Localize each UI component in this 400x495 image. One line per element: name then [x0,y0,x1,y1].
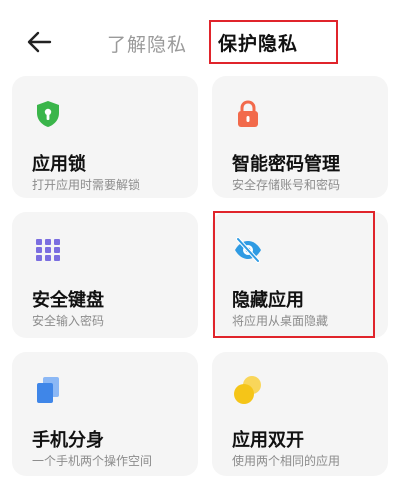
card-subtitle: 安全输入密码 [32,314,105,328]
tab-learn-privacy[interactable]: 了解隐私 [107,30,187,57]
card-title: 应用双开 [232,430,304,451]
card-subtitle: 使用两个相同的应用 [232,454,341,468]
card-title: 智能密码管理 [232,154,340,175]
card-subtitle: 安全存储账号和密码 [232,178,341,192]
card-subtitle: 将应用从桌面隐藏 [232,314,329,328]
eye-off-icon [235,237,261,263]
padlock-icon [238,100,258,127]
card-title: 隐藏应用 [232,290,304,311]
card-subtitle: 一个手机两个操作空间 [32,454,153,468]
top-bar: 了解隐私 保护隐私 [0,0,400,80]
card-dual-apps[interactable]: 应用双开 使用两个相同的应用 [212,352,388,476]
card-second-space[interactable]: 手机分身 一个手机两个操作空间 [12,352,198,476]
card-secure-keyboard[interactable]: 安全键盘 安全输入密码 [12,212,198,338]
card-hide-apps[interactable]: 隐藏应用 将应用从桌面隐藏 [212,212,388,338]
tab-protect-privacy[interactable]: 保护隐私 [218,29,298,56]
shield-lock-icon [37,101,59,127]
card-title: 安全键盘 [32,290,104,311]
double-coin-icon [234,376,261,404]
card-app-lock[interactable]: 应用锁 打开应用时需要解锁 [12,76,198,198]
privacy-protection-screen: 了解隐私 保护隐私 应用锁 打开应用时需要解锁 智能密码管理 安全存储账号和密码 [0,0,400,495]
back-button[interactable] [22,26,58,58]
card-title: 应用锁 [32,154,86,175]
back-arrow-icon [27,31,52,53]
card-subtitle: 打开应用时需要解锁 [32,178,141,192]
card-password-manager[interactable]: 智能密码管理 安全存储账号和密码 [212,76,388,198]
keyboard-grid-icon [36,239,60,261]
card-title: 手机分身 [32,430,104,451]
dual-pages-icon [37,377,59,403]
